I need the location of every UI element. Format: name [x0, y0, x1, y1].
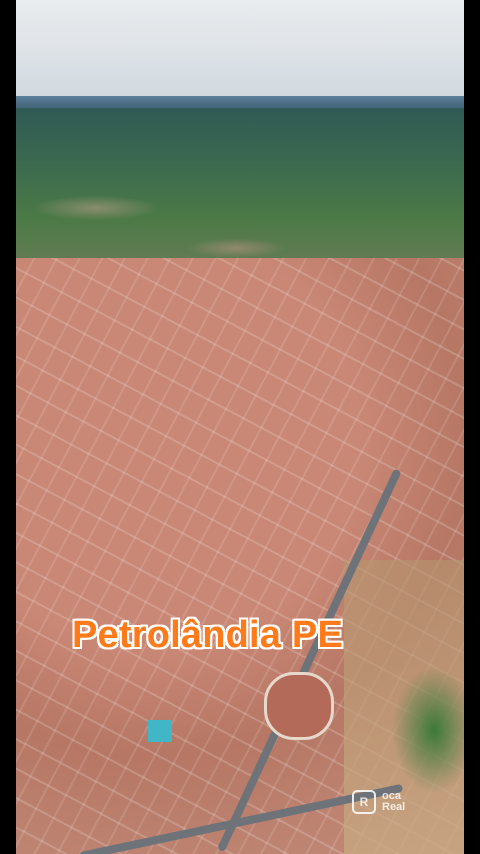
aerial-photo [16, 0, 464, 854]
right-letterbox [464, 0, 480, 854]
swimming-pool [148, 720, 172, 742]
location-title: Petrolândia PE [72, 614, 343, 656]
watermark-line2: Real [382, 801, 406, 813]
watermark-text: oca Real [382, 791, 405, 813]
sky [16, 0, 464, 102]
farm-fields [16, 108, 464, 278]
watermark: R oca Real [352, 790, 405, 814]
realestate-logo-icon: R [352, 790, 376, 814]
stadium [264, 672, 334, 740]
left-letterbox [0, 0, 16, 854]
